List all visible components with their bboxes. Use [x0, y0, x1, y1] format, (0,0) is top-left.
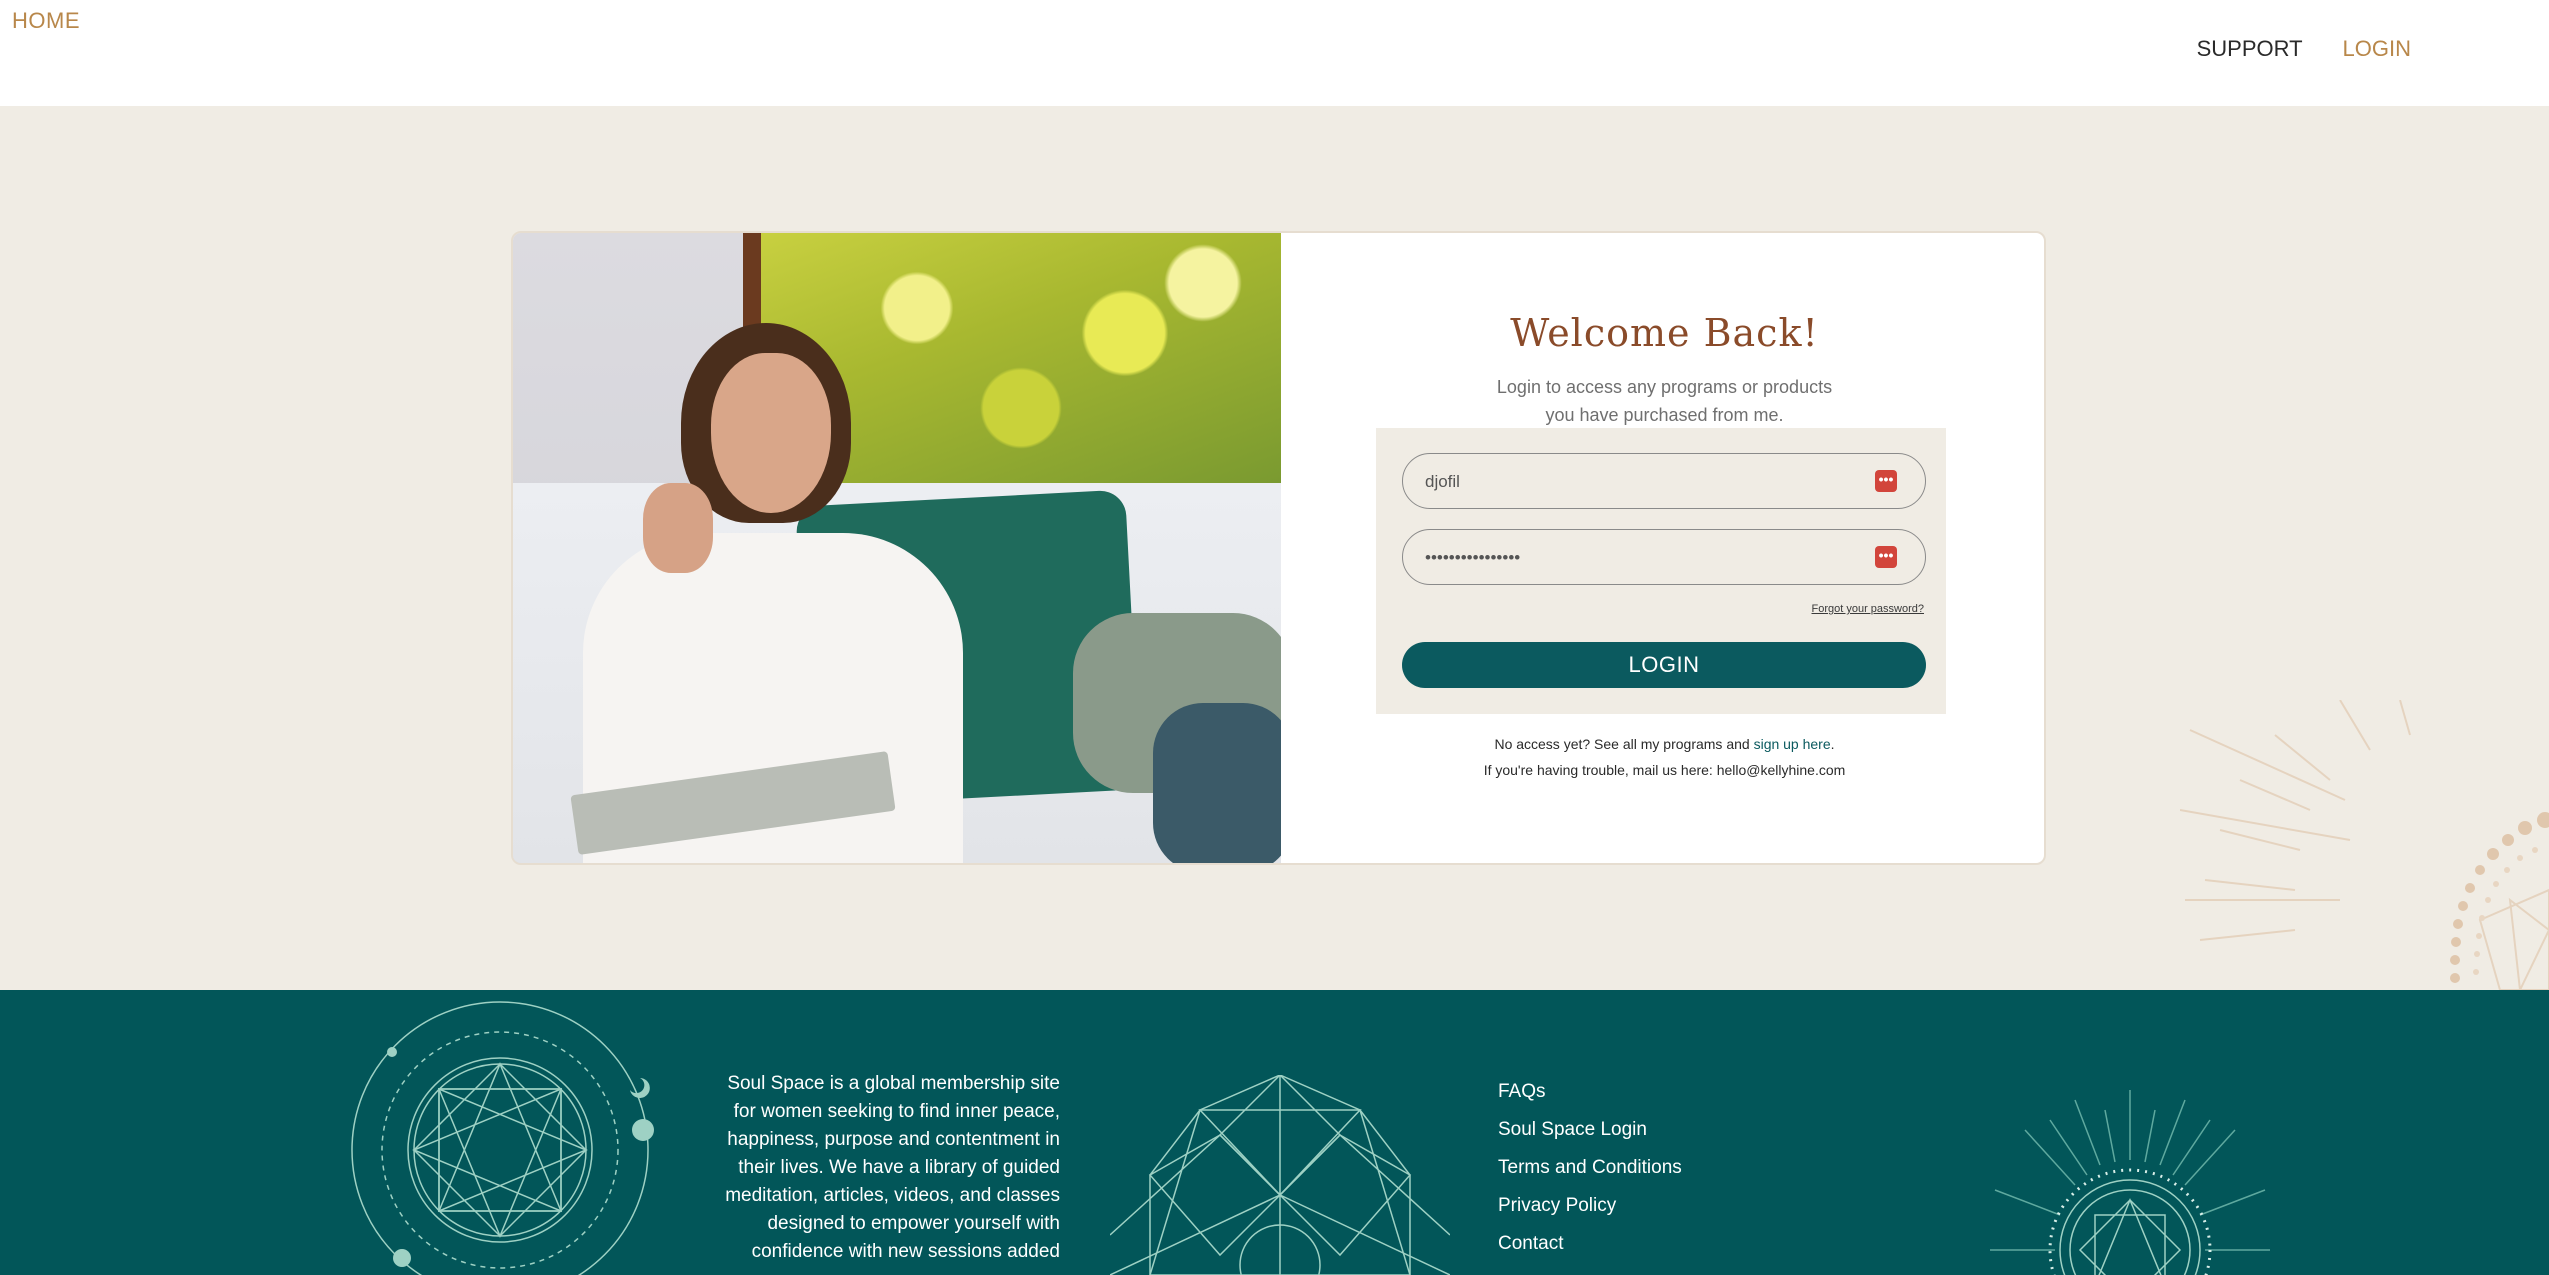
- orbit-mandala-icon: [351, 1001, 654, 1275]
- footer-about-text: Soul Space is a global membership site f…: [725, 1073, 1060, 1262]
- login-panel: Welcome Back! Login to access any progra…: [1281, 233, 2044, 863]
- footer-link-terms[interactable]: Terms and Conditions: [1498, 1149, 1682, 1187]
- nav-support-link[interactable]: SUPPORT: [2197, 36, 2303, 62]
- login-form: ••• ••• Forgot your password? LOGIN: [1376, 428, 1946, 714]
- footer-link-contact[interactable]: Contact: [1498, 1225, 1682, 1263]
- nav-right-group: SUPPORT LOGIN: [2197, 36, 2411, 62]
- username-field-wrapper: •••: [1402, 453, 1926, 509]
- footer: Soul Space is a global membership site f…: [0, 990, 2549, 1275]
- subtitle-line-1: Login to access any programs or products: [1496, 377, 1833, 397]
- login-subtitle: Login to access any programs or products…: [1441, 373, 1888, 429]
- trouble-text: If you're having trouble, mail us here: …: [1483, 762, 1846, 778]
- no-access-suffix: .: [1830, 736, 1835, 752]
- footer-link-soul-space-login[interactable]: Soul Space Login: [1498, 1111, 1682, 1149]
- footer-link-faqs[interactable]: FAQs: [1498, 1073, 1682, 1111]
- geometric-flower-icon: [1110, 1075, 1450, 1275]
- nav-login-link[interactable]: LOGIN: [2343, 36, 2411, 62]
- subtitle-line-2: you have purchased from me.: [1545, 405, 1784, 425]
- signup-link[interactable]: sign up here: [1754, 736, 1831, 752]
- footer-links: FAQs Soul Space Login Terms and Conditio…: [1498, 1073, 1682, 1263]
- radiant-mandala-icon: [1990, 1090, 2270, 1275]
- nav-home-link[interactable]: HOME: [12, 8, 80, 34]
- login-button[interactable]: LOGIN: [1402, 642, 1926, 688]
- sunburst-decoration-icon: [2180, 700, 2549, 990]
- page-title: Welcome Back!: [1510, 311, 1819, 355]
- login-card: Welcome Back! Login to access any progra…: [511, 231, 2046, 865]
- hero-photo: [513, 233, 1281, 863]
- password-manager-icon[interactable]: •••: [1875, 546, 1897, 568]
- password-input[interactable]: [1423, 530, 1867, 585]
- password-manager-icon[interactable]: •••: [1875, 470, 1897, 492]
- footer-link-privacy[interactable]: Privacy Policy: [1498, 1187, 1682, 1225]
- password-field-wrapper: •••: [1402, 529, 1926, 585]
- no-access-prefix: No access yet? See all my programs and: [1494, 736, 1754, 752]
- no-access-text: No access yet? See all my programs and s…: [1281, 736, 2044, 752]
- top-navbar: HOME SUPPORT LOGIN: [0, 0, 2549, 106]
- username-input[interactable]: [1423, 454, 1867, 509]
- forgot-password-link[interactable]: Forgot your password?: [1812, 603, 1925, 615]
